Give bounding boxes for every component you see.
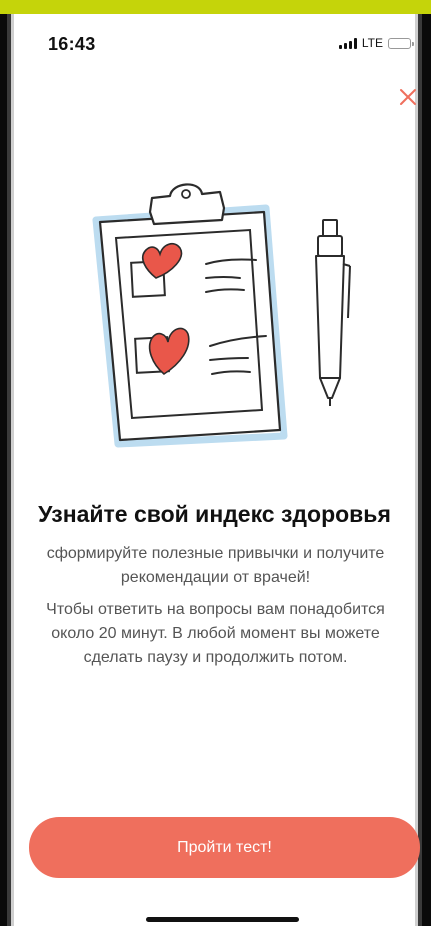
clipboard-illustration bbox=[92, 183, 351, 448]
screenshot-frame-right bbox=[415, 0, 431, 926]
screenshot-frame-left bbox=[0, 0, 14, 926]
pen-icon bbox=[315, 219, 351, 406]
page-title: Узнайте свой индекс здоровья bbox=[38, 501, 391, 527]
status-indicators: LTE bbox=[338, 36, 414, 50]
page-subtitle: сформируйте полезные привычки и получите… bbox=[46, 545, 385, 586]
status-bar: 16:43 LTE bbox=[14, 14, 415, 72]
signal-icon bbox=[338, 37, 357, 49]
status-time: 16:43 bbox=[48, 34, 96, 54]
home-indicator[interactable] bbox=[146, 917, 299, 922]
battery-icon bbox=[388, 37, 414, 49]
network-label: LTE bbox=[361, 36, 383, 50]
screenshot-frame-top bbox=[0, 0, 431, 14]
close-icon[interactable] bbox=[398, 87, 418, 107]
page-description: Чтобы ответить на вопросы вам понадобитс… bbox=[46, 601, 385, 666]
start-test-button[interactable]: Пройти тест! bbox=[29, 817, 420, 878]
